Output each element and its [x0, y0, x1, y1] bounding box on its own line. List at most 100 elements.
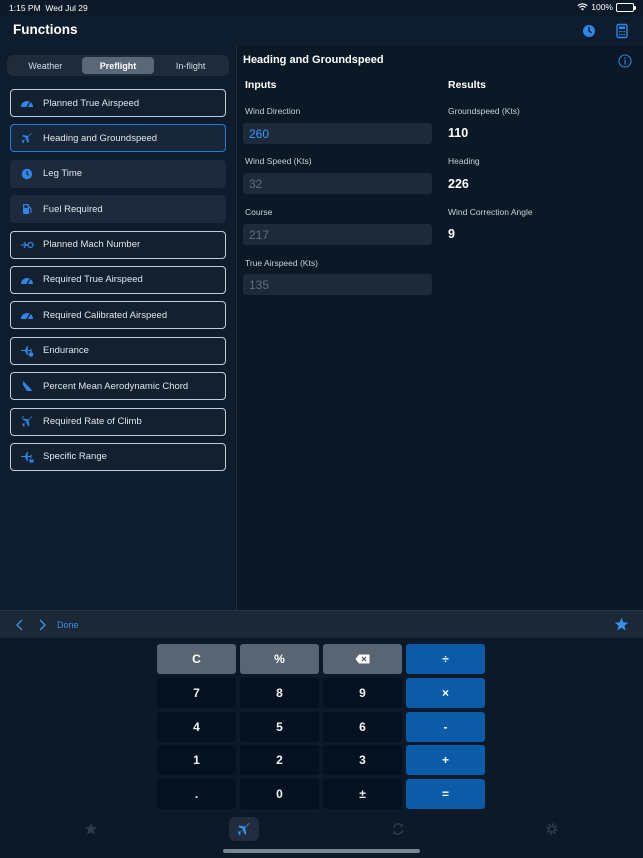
segment-weather[interactable]: Weather: [9, 57, 82, 74]
function-label: Required Calibrated Airspeed: [43, 309, 168, 321]
key-plus[interactable]: +: [406, 745, 485, 776]
input-label-course: Course: [245, 207, 273, 217]
battery-percent: 100%: [591, 2, 613, 12]
home-indicator: [223, 849, 420, 853]
function-label: Heading and Groundspeed: [43, 132, 158, 144]
clock-icon: [19, 166, 35, 182]
key-3[interactable]: 3: [323, 745, 402, 776]
result-label-wind-correction-angle: Wind Correction Angle: [448, 207, 533, 217]
function-label: Specific Range: [43, 451, 107, 463]
key-divide[interactable]: ÷: [406, 644, 485, 674]
input-label-wind-direction: Wind Direction: [245, 106, 301, 116]
course-input[interactable]: 217: [243, 224, 432, 245]
key-0[interactable]: 0: [240, 779, 319, 810]
function-label: Required Rate of Climb: [43, 416, 142, 428]
tab-bar: [0, 812, 643, 848]
key-clear[interactable]: C: [157, 644, 236, 674]
done-button[interactable]: Done: [57, 620, 79, 630]
wifi-icon: [577, 3, 588, 11]
key-backspace[interactable]: [323, 644, 402, 674]
function-label: Planned True Airspeed: [43, 97, 140, 109]
key-plus-minus[interactable]: ±: [323, 779, 402, 810]
airspeed-gauge-icon: [19, 307, 35, 323]
results-header: Results: [448, 79, 486, 91]
key-8[interactable]: 8: [240, 677, 319, 708]
plane-heading-icon: [19, 130, 35, 146]
segment-preflight[interactable]: Preflight: [81, 57, 155, 74]
key-percent[interactable]: %: [240, 644, 319, 674]
wind-direction-input[interactable]: 260: [243, 123, 432, 144]
function-detail-panel: Heading and Groundspeed Inputs Results W…: [236, 46, 643, 610]
airspeed-gauge-icon: [19, 272, 35, 288]
inputs-header: Inputs: [245, 79, 277, 91]
chevron-right-icon[interactable]: [37, 619, 47, 631]
wind-speed-input[interactable]: 32: [243, 173, 432, 194]
nav-bar: Functions: [0, 16, 643, 46]
detail-title: Heading and Groundspeed: [243, 54, 384, 66]
function-label: Percent Mean Aerodynamic Chord: [43, 380, 189, 392]
function-heading-and-groundspeed[interactable]: Heading and Groundspeed: [10, 124, 226, 153]
tab-functions[interactable]: [229, 817, 259, 841]
battery-icon: [616, 2, 636, 12]
key-4[interactable]: 4: [157, 711, 236, 742]
key-7[interactable]: 7: [157, 677, 236, 708]
tab-favorites[interactable]: [76, 817, 106, 841]
clock-icon[interactable]: [581, 23, 597, 39]
input-label-true-airspeed: True Airspeed (Kts): [245, 258, 318, 268]
mach-icon: [19, 237, 35, 253]
input-label-wind-speed: Wind Speed (Kts): [245, 156, 312, 166]
key-9[interactable]: 9: [323, 677, 402, 708]
fuel-pump-icon: [19, 201, 35, 217]
function-label: Fuel Required: [43, 203, 103, 215]
status-right: 100%: [577, 2, 636, 12]
function-required-rate-of-climb[interactable]: Required Rate of Climb: [10, 407, 226, 436]
page-title: Functions: [13, 22, 78, 37]
key-2[interactable]: 2: [240, 745, 319, 776]
key-1[interactable]: 1: [157, 745, 236, 776]
airplane-icon: [237, 822, 250, 836]
refresh-icon: [392, 823, 404, 835]
key-multiply[interactable]: ×: [406, 677, 485, 708]
favorite-star-icon[interactable]: [614, 617, 629, 632]
function-fuel-required[interactable]: Fuel Required: [10, 195, 226, 224]
function-label: Endurance: [43, 345, 89, 357]
plane-clock-icon: [19, 343, 35, 359]
function-required-true-airspeed[interactable]: Required True Airspeed: [10, 265, 226, 294]
result-label-groundspeed: Groundspeed (Kts): [448, 106, 520, 116]
function-planned-mach-number[interactable]: Planned Mach Number: [10, 230, 226, 259]
wing-icon: [19, 378, 35, 394]
tab-settings[interactable]: [537, 817, 567, 841]
function-label: Required True Airspeed: [43, 274, 143, 286]
function-endurance[interactable]: Endurance: [10, 336, 226, 365]
info-icon[interactable]: [618, 54, 632, 68]
backspace-icon: [355, 654, 370, 664]
key-6[interactable]: 6: [323, 711, 402, 742]
plane-range-icon: [19, 449, 35, 465]
function-list: Planned True Airspeed Heading and Ground…: [10, 89, 226, 478]
status-bar: 1:15 PM Wed Jul 29 100%: [0, 0, 643, 16]
result-groundspeed: 110: [448, 126, 469, 140]
function-specific-range[interactable]: Specific Range: [10, 442, 226, 471]
result-label-heading: Heading: [448, 156, 480, 166]
result-heading: 226: [448, 177, 469, 191]
function-label: Leg Time: [43, 168, 83, 180]
chevron-left-icon[interactable]: [15, 619, 25, 631]
keyboard-toolbar: Done: [0, 610, 643, 638]
key-5[interactable]: 5: [240, 711, 319, 742]
calculator-icon[interactable]: [614, 23, 630, 39]
function-required-calibrated-airspeed[interactable]: Required Calibrated Airspeed: [10, 301, 226, 330]
function-label: Planned Mach Number: [43, 239, 141, 251]
airspeed-gauge-icon: [19, 95, 35, 111]
key-equals[interactable]: =: [406, 779, 485, 810]
status-time: 1:15 PM Wed Jul 29: [9, 3, 88, 13]
star-icon: [84, 822, 98, 835]
key-decimal[interactable]: .: [157, 779, 236, 810]
function-leg-time[interactable]: Leg Time: [10, 159, 226, 188]
tab-conversions[interactable]: [383, 817, 413, 841]
true-airspeed-input[interactable]: 135: [243, 274, 432, 295]
key-minus[interactable]: -: [406, 711, 485, 742]
function-percent-mean-aerodynamic-chord[interactable]: Percent Mean Aerodynamic Chord: [10, 372, 226, 401]
function-planned-true-airspeed[interactable]: Planned True Airspeed: [10, 89, 226, 117]
functions-sidebar: Weather Preflight In-flight Planned True…: [0, 46, 235, 610]
segment-in-flight[interactable]: In-flight: [154, 57, 227, 74]
